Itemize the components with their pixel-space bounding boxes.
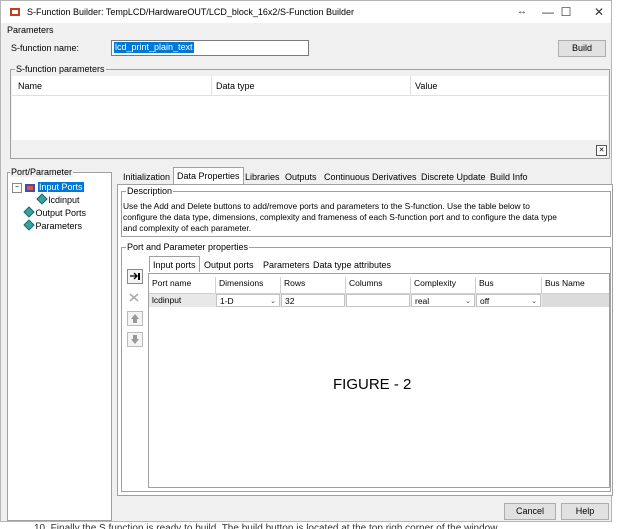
sfunction-parameters-legend: S-function parameters (15, 64, 106, 74)
chevron-down-icon: ⌄ (465, 298, 471, 305)
sfunction-name-input[interactable]: lcd_print_plain_text (111, 40, 309, 56)
column-header-bus: Bus (476, 277, 542, 293)
column-divider (211, 76, 212, 95)
sfunction-name-label: S-function name: (11, 43, 80, 53)
tree-item-parameters[interactable]: Parameters (23, 219, 83, 232)
tab-outputs[interactable]: Outputs (281, 169, 321, 184)
build-button[interactable]: Build (558, 40, 606, 57)
move-down-button[interactable] (127, 332, 143, 347)
port-diamond-icon (23, 206, 35, 218)
sfunction-name-value: lcd_print_plain_text (114, 42, 194, 53)
port-subtabs: Input ports Output ports Parameters Data… (149, 256, 609, 272)
close-icon[interactable]: ✕ (596, 145, 607, 156)
dimensions-select[interactable]: 1-D ⌄ (216, 294, 280, 307)
article-caption: 10. Finally the S function is ready to b… (34, 523, 500, 529)
bus-name-cell (542, 294, 609, 307)
tab-libraries[interactable]: Libraries (241, 169, 284, 184)
tree-label-parameters: Parameters (35, 221, 83, 231)
cancel-button[interactable]: Cancel (504, 503, 556, 520)
subtab-data-type-attributes[interactable]: Data type attributes (309, 257, 395, 272)
collapse-icon[interactable]: − (12, 182, 22, 193)
port-parameter-properties-group: Port and Parameter properties Input port… (121, 242, 611, 492)
tree-item-input-ports[interactable]: − Input Ports (12, 181, 84, 193)
ports-folder-icon (24, 183, 35, 192)
port-diamond-icon (36, 193, 48, 205)
arrow-up-icon (131, 314, 139, 323)
subtab-parameters[interactable]: Parameters (259, 257, 314, 272)
delete-port-button[interactable] (127, 291, 141, 304)
input-ports-table: Port name Dimensions Rows Columns Comple… (148, 273, 610, 488)
title-bar: S-Function Builder: TempLCD/HardwareOUT/… (1, 1, 611, 23)
port-parameter-legend: Port/Parameter (10, 167, 74, 177)
chevron-down-icon: ⌄ (270, 298, 276, 305)
delete-icon (129, 293, 139, 302)
dimensions-value: 1-D (220, 296, 234, 306)
subtab-output-ports[interactable]: Output ports (200, 257, 258, 272)
sfunction-parameters-table: Name Data type Value (12, 76, 608, 140)
window-title: S-Function Builder: TempLCD/HardwareOUT/… (27, 7, 354, 17)
parameters-legend: Parameters (7, 25, 54, 35)
tree-label-output-ports: Output Ports (35, 208, 87, 218)
columns-input[interactable] (346, 294, 410, 307)
column-header-rows: Rows (281, 277, 346, 293)
help-button[interactable]: Help (561, 503, 609, 520)
arrow-down-icon (131, 335, 139, 344)
chevron-down-icon: ⌄ (531, 298, 537, 305)
column-header-columns: Columns (346, 277, 411, 293)
tree-item-output-ports[interactable]: Output Ports (23, 206, 87, 219)
tab-data-properties[interactable]: Data Properties (173, 167, 244, 184)
sfunction-builder-window: S-Function Builder: TempLCD/HardwareOUT/… (0, 0, 613, 522)
tree-label-input-ports: Input Ports (38, 182, 84, 192)
tree-item-lcdinput[interactable]: lcdinput (36, 193, 80, 206)
port-diamond-icon (23, 219, 35, 231)
table-header: Port name Dimensions Rows Columns Comple… (149, 274, 609, 294)
data-properties-panel: Description Use the Add and Delete butto… (117, 184, 613, 496)
complexity-value: real (415, 296, 430, 306)
port-parameter-group: Port/Parameter − Input Ports lcdinput Ou… (7, 167, 112, 521)
description-group: Description Use the Add and Delete butto… (121, 186, 611, 237)
tree-label-lcdinput: lcdinput (48, 195, 80, 205)
parameters-group: Parameters S-function name: lcd_print_pl… (5, 25, 608, 62)
column-header-complexity: Complexity (411, 277, 476, 293)
column-header-bus-name: Bus Name (545, 278, 585, 288)
sfunction-parameters-group: S-function parameters Name Data type Val… (10, 64, 610, 159)
table-row[interactable]: lcdinput 1-D ⌄ 32 real ⌄ off ⌄ (149, 294, 609, 307)
tab-discrete-update[interactable]: Discrete Update (417, 169, 490, 184)
column-header-name: Name (18, 81, 43, 91)
add-port-button[interactable] (127, 269, 143, 284)
port-name-cell[interactable]: lcdinput (149, 294, 216, 307)
complexity-select[interactable]: real ⌄ (411, 294, 475, 307)
column-header-data-type: Data type (216, 81, 255, 91)
rows-input[interactable]: 32 (281, 294, 345, 307)
tab-build-info[interactable]: Build Info (486, 169, 532, 184)
add-port-icon (130, 272, 140, 280)
close-button[interactable]: ✕ (584, 3, 614, 21)
description-legend: Description (126, 186, 174, 196)
bus-value: off (480, 296, 490, 306)
column-divider (410, 76, 411, 95)
maximize-button[interactable]: ☐ (551, 3, 581, 21)
column-header-port-name: Port name (149, 277, 216, 293)
tab-initialization[interactable]: Initialization (119, 169, 174, 184)
column-header-dimensions: Dimensions (216, 277, 281, 293)
table-header: Name Data type Value (12, 76, 608, 96)
tab-continuous-derivatives[interactable]: Continuous Derivatives (320, 169, 421, 184)
figure-label: FIGURE - 2 (333, 376, 412, 393)
main-tabs: Initialization Data Properties Libraries… (119, 167, 611, 185)
bus-select[interactable]: off ⌄ (476, 294, 541, 307)
move-up-button[interactable] (127, 311, 143, 326)
column-header-value: Value (415, 81, 438, 91)
port-properties-legend: Port and Parameter properties (126, 242, 250, 252)
description-text: Use the Add and Delete buttons to add/re… (123, 201, 557, 233)
subtab-input-ports[interactable]: Input ports (149, 256, 200, 272)
simulink-app-icon (10, 8, 20, 16)
